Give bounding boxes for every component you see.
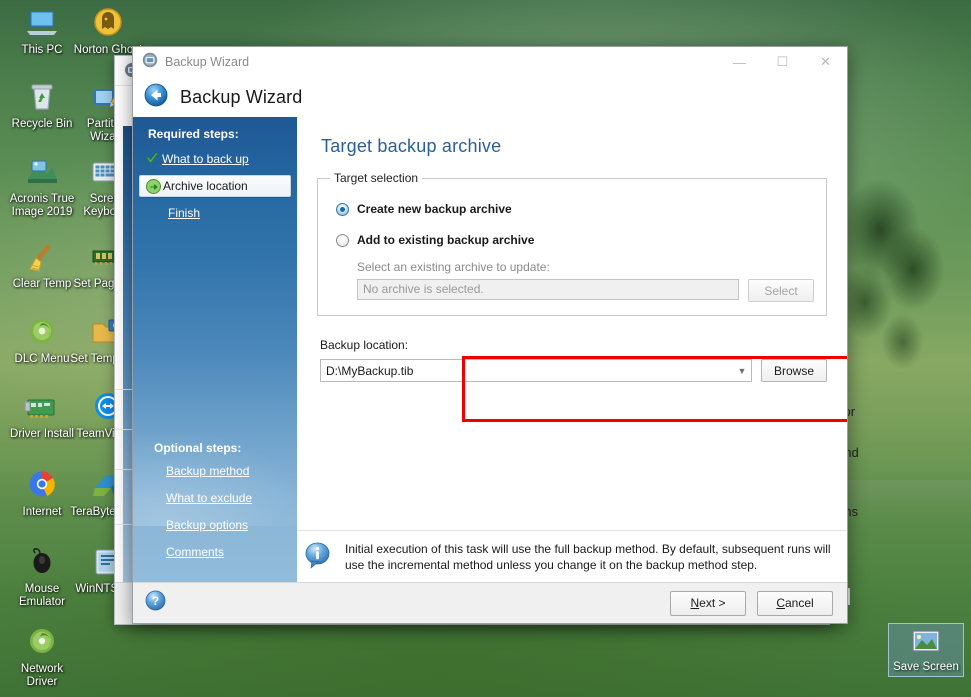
maximize-button[interactable]: ☐: [761, 47, 804, 77]
backup-location-label: Backup location:: [320, 338, 409, 352]
maximize-icon: ☐: [776, 54, 789, 69]
desktop-icon-clear-temp[interactable]: Clear Temp: [4, 240, 80, 291]
sidebar-step-label: Archive location: [163, 179, 248, 193]
info-strip: Initial execution of this task will use …: [297, 530, 847, 582]
sidebar-step-finish[interactable]: Finish: [139, 202, 291, 224]
sidebar-optional-backup-options[interactable]: Backup options: [133, 518, 297, 532]
radio-add-label: Add to existing backup archive: [357, 233, 535, 247]
cancel-button[interactable]: Cancel: [757, 590, 833, 616]
radio-add-existing-archive[interactable]: Add to existing backup archive: [336, 229, 814, 251]
required-steps-list: What to back up Archive location Finish: [133, 148, 297, 224]
ghost-icon: [89, 6, 127, 40]
minimize-icon: —: [733, 54, 746, 70]
next-button-accesskey: N: [690, 596, 700, 610]
info-text: Initial execution of this task will use …: [345, 542, 831, 572]
browser-icon: [23, 468, 61, 502]
green-check-icon: [145, 152, 162, 166]
required-steps-heading: Required steps:: [148, 127, 239, 141]
network-driver-icon: [23, 625, 61, 659]
acronis-icon: [23, 155, 61, 189]
target-selection-group: Target selection Create new backup archi…: [317, 171, 827, 316]
desktop-icon-acronis-true-image-2019[interactable]: Acronis True Image 2019: [4, 155, 80, 219]
desktop: This PC Norton Ghost Recycle Bin Partition …: [0, 0, 971, 697]
dialog-titlebar[interactable]: Backup Wizard — ☐ ✕: [133, 47, 847, 77]
svg-text:?: ?: [152, 594, 159, 608]
desktop-icon-label: Network Driver: [20, 663, 64, 688]
broom-icon: [23, 240, 61, 274]
optional-steps-heading: Optional steps:: [154, 441, 242, 455]
sidebar-step-archive-location[interactable]: Archive location: [139, 175, 291, 197]
desktop-icon-label: Acronis True Image 2019: [9, 193, 75, 218]
page-title: Target backup archive: [321, 136, 502, 156]
back-arrow-icon[interactable]: [144, 83, 168, 112]
browse-button[interactable]: Browse: [761, 359, 827, 382]
backup-location-section: Backup location: D:\MyBackup.tib ▼ Brows…: [320, 338, 827, 382]
target-selection-legend: Target selection: [334, 171, 419, 185]
info-balloon-icon: [303, 541, 333, 576]
window-controls: — ☐ ✕: [718, 47, 847, 77]
desktop-icon-label: Internet: [22, 506, 62, 518]
desktop-icon-label: DLC Menu: [14, 353, 70, 365]
help-icon[interactable]: ?: [145, 590, 166, 616]
cancel-button-label: ancel: [784, 596, 814, 610]
desktop-icon-internet[interactable]: Internet: [4, 468, 80, 519]
backup-location-combobox[interactable]: D:\MyBackup.tib ▼: [320, 359, 752, 382]
cancel-button-accesskey: C: [776, 596, 785, 610]
backup-location-value: D:\MyBackup.tib: [326, 363, 414, 378]
select-archive-sublabel: Select an existing archive to update:: [357, 260, 550, 274]
backup-wizard-dialog[interactable]: Backup Wizard — ☐ ✕ Backup Wizard Requir…: [132, 46, 848, 624]
close-icon: ✕: [820, 54, 831, 69]
next-button-label: ext >: [699, 596, 726, 610]
desktop-icon-label: Clear Temp: [12, 278, 72, 290]
driver-card-icon: [23, 390, 61, 424]
radio-button-icon[interactable]: [336, 233, 349, 247]
desktop-icon-label: This PC: [21, 44, 63, 56]
minimize-button[interactable]: —: [718, 47, 761, 77]
desktop-icon-this-pc[interactable]: This PC: [4, 6, 80, 57]
sidebar-step-label: Finish: [168, 206, 201, 220]
app-icon: [142, 52, 158, 73]
wizard-content: Target backup archive Target selection C…: [297, 117, 847, 582]
next-button[interactable]: Next >: [670, 590, 746, 616]
monitor-icon: [23, 6, 61, 40]
desktop-icon-network-driver[interactable]: Network Driver: [4, 625, 80, 689]
dialog-footer: ? Next > Cancel: [133, 582, 847, 623]
desktop-icon-mouse-emulator[interactable]: Mouse Emulator: [4, 545, 80, 609]
dialog-header: Backup Wizard: [133, 77, 847, 117]
mouse-icon: [23, 545, 61, 579]
desktop-icon-save-screen[interactable]: Save Screen: [888, 623, 964, 677]
sidebar-optional-what-to-exclude[interactable]: What to exclude: [133, 491, 297, 505]
wizard-sidebar: Required steps: What to back up Archive l…: [133, 117, 297, 582]
picture-icon: [907, 628, 945, 658]
save-screen-label: Save Screen: [893, 661, 959, 673]
recycle-bin-icon: [23, 80, 61, 114]
desktop-icon-label: Mouse Emulator: [18, 583, 66, 608]
desktop-icon-dlc-menu[interactable]: DLC Menu: [4, 315, 80, 366]
radio-create-new-archive[interactable]: Create new backup archive: [336, 198, 814, 220]
radio-create-label: Create new backup archive: [357, 202, 512, 216]
dialog-title: Backup Wizard: [165, 55, 250, 69]
dialog-body: Required steps: What to back up Archive l…: [133, 117, 847, 582]
chevron-down-icon[interactable]: ▼: [733, 366, 751, 376]
desktop-icon-label: Driver Install: [10, 428, 74, 440]
desktop-icon-driver-install[interactable]: Driver Install: [4, 390, 80, 441]
desktop-icon-recycle-bin[interactable]: Recycle Bin: [4, 80, 80, 131]
sidebar-optional-comments[interactable]: Comments: [133, 545, 297, 559]
sidebar-optional-backup-method[interactable]: Backup method: [133, 464, 297, 478]
select-button[interactable]: Select: [748, 279, 814, 302]
sidebar-step-label: What to back up: [162, 152, 249, 166]
sidebar-step-what-to-back-up[interactable]: What to back up: [139, 148, 291, 170]
radio-button-icon[interactable]: [336, 202, 349, 216]
desktop-icon-label: Recycle Bin: [11, 118, 73, 130]
green-arrow-icon: [146, 178, 163, 194]
archive-path-field[interactable]: No archive is selected.: [357, 279, 739, 300]
optional-steps-list: Backup method What to exclude Backup optio…: [133, 464, 297, 559]
archive-select-row: No archive is selected. Select: [357, 279, 814, 302]
backup-location-row: D:\MyBackup.tib ▼ Browse: [320, 359, 827, 382]
close-button[interactable]: ✕: [804, 47, 847, 77]
dlc-icon: [23, 315, 61, 349]
dialog-header-title: Backup Wizard: [180, 86, 303, 107]
